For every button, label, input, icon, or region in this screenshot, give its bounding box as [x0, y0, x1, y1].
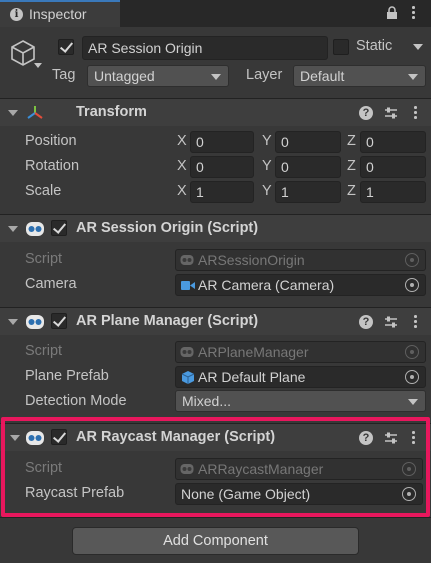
axis-x-label: X	[177, 133, 187, 149]
ar-session-origin-enabled-checkbox[interactable]	[51, 220, 67, 236]
axis-x-label: X	[177, 158, 187, 174]
component-menu-icon[interactable]	[413, 315, 417, 329]
object-picker-icon[interactable]	[405, 278, 419, 292]
axis-y-label: Y	[262, 183, 272, 199]
scale-x-input[interactable]: 1	[190, 181, 254, 203]
ar-plane-manager-title: AR Plane Manager (Script)	[76, 313, 259, 329]
script-label: Script	[25, 343, 63, 359]
transform-header[interactable]: Transform ?	[0, 98, 431, 126]
active-checkbox[interactable]	[58, 39, 74, 55]
static-label: Static	[356, 38, 393, 54]
ar-session-origin-header[interactable]: AR Session Origin (Script)	[0, 214, 431, 242]
chevron-down-icon	[408, 399, 418, 405]
script-label: Script	[25, 251, 63, 267]
add-component-button[interactable]: Add Component	[72, 527, 359, 555]
transform-title: Transform	[76, 104, 147, 120]
inspector-tab[interactable]: i Inspector	[0, 0, 120, 27]
static-checkbox[interactable]	[333, 39, 349, 55]
rotation-y-input[interactable]: 0	[275, 156, 341, 178]
window-menu-icon[interactable]	[411, 6, 415, 20]
script-icon	[180, 255, 194, 265]
axis-y-label: Y	[262, 158, 272, 174]
position-x-input[interactable]: 0	[190, 131, 254, 153]
script-component-icon	[26, 222, 44, 236]
tag-dropdown[interactable]: Untagged	[87, 65, 229, 87]
camera-label: Camera	[25, 276, 77, 292]
rotation-label: Rotation	[25, 158, 80, 174]
object-name-input[interactable]: AR Session Origin	[82, 36, 328, 60]
ar-plane-manager-enabled-checkbox[interactable]	[51, 313, 67, 329]
rotation-z-input[interactable]: 0	[360, 156, 426, 178]
plane-prefab-label: Plane Prefab	[25, 368, 109, 384]
plane-prefab-value: AR Default Plane	[198, 369, 306, 385]
position-y-input[interactable]: 0	[275, 131, 341, 153]
object-picker-icon[interactable]	[405, 370, 419, 384]
script-component-icon	[26, 315, 44, 329]
script-icon	[180, 347, 194, 357]
inspector-tab-label: Inspector	[29, 6, 87, 22]
prefab-cube-icon	[181, 371, 195, 384]
plane-prefab-field[interactable]: AR Default Plane	[175, 366, 426, 388]
component-menu-icon[interactable]	[413, 106, 417, 120]
transform-icon	[27, 106, 43, 119]
axis-z-label: Z	[347, 183, 356, 199]
axis-z-label: Z	[347, 133, 356, 149]
camera-field[interactable]: AR Camera (Camera)	[175, 274, 426, 296]
layer-label: Layer	[246, 67, 283, 83]
layer-value: Default	[300, 68, 345, 84]
camera-icon	[181, 281, 195, 290]
lock-icon[interactable]	[386, 6, 398, 20]
axis-y-label: Y	[262, 133, 272, 149]
presets-icon[interactable]	[384, 106, 398, 120]
axis-z-label: Z	[347, 158, 356, 174]
tag-value: Untagged	[94, 68, 155, 84]
axis-x-label: X	[177, 183, 187, 199]
detection-mode-dropdown[interactable]: Mixed...	[175, 390, 426, 412]
position-label: Position	[25, 133, 77, 149]
help-icon[interactable]: ?	[359, 315, 373, 329]
chevron-down-icon	[408, 74, 418, 80]
rotation-x-input[interactable]: 0	[190, 156, 254, 178]
scale-y-input[interactable]: 1	[275, 181, 341, 203]
highlight-outline	[1, 417, 430, 517]
script-value: ARSessionOrigin	[198, 252, 305, 268]
foldout-icon[interactable]	[8, 319, 18, 325]
footer-divider	[0, 517, 431, 518]
chevron-down-icon	[211, 74, 221, 80]
layer-dropdown[interactable]: Default	[293, 65, 426, 87]
camera-value: AR Camera (Camera)	[198, 277, 335, 293]
object-picker-icon	[405, 345, 419, 359]
info-icon: i	[10, 8, 23, 21]
icon-dropdown-caret-icon[interactable]	[34, 63, 42, 68]
foldout-icon[interactable]	[8, 226, 18, 232]
position-z-input[interactable]: 0	[360, 131, 426, 153]
ar-session-origin-title: AR Session Origin (Script)	[76, 220, 259, 236]
ar-plane-manager-header[interactable]: AR Plane Manager (Script) ?	[0, 307, 431, 335]
scale-z-input[interactable]: 1	[360, 181, 426, 203]
object-picker-icon	[405, 253, 419, 267]
script-field: ARPlaneManager	[175, 341, 426, 363]
foldout-icon[interactable]	[8, 110, 18, 116]
script-value: ARPlaneManager	[198, 344, 309, 360]
scale-label: Scale	[25, 183, 62, 199]
static-dropdown-icon[interactable]	[413, 44, 423, 50]
script-field: ARSessionOrigin	[175, 249, 426, 271]
detection-mode-value: Mixed...	[182, 393, 232, 409]
presets-icon[interactable]	[384, 315, 398, 329]
tag-label: Tag	[52, 67, 76, 83]
help-icon[interactable]: ?	[359, 106, 373, 120]
detection-mode-label: Detection Mode	[25, 393, 127, 409]
